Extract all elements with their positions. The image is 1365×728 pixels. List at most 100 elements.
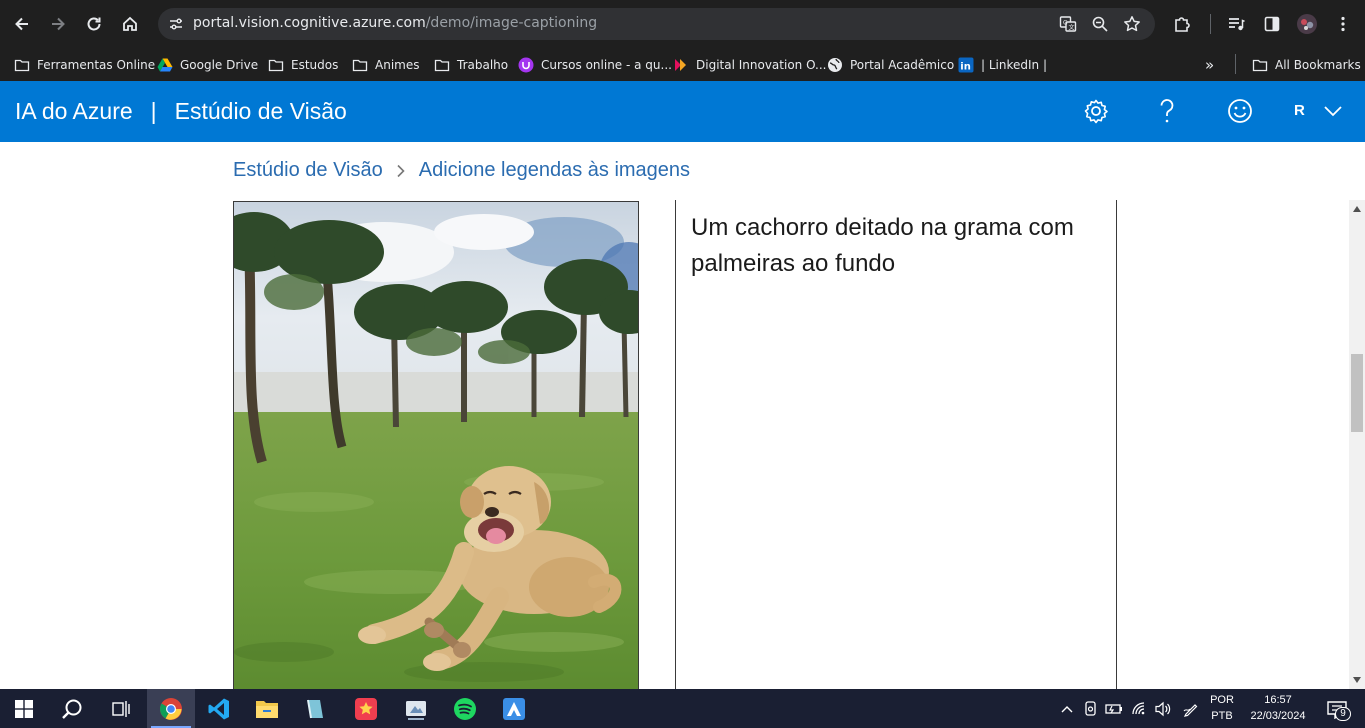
address-bar[interactable]: portal.vision.cognitive.azure.com/demo/i… bbox=[158, 8, 1155, 40]
all-bookmarks-button[interactable]: All Bookmarks bbox=[1252, 53, 1361, 77]
bookmark-portal-academico[interactable]: Portal Acadêmico bbox=[827, 53, 954, 77]
windows-taskbar: POR PTB 16:57 22/03/2024 9 bbox=[0, 689, 1365, 728]
settings-button[interactable] bbox=[1080, 95, 1112, 127]
scroll-down-arrow-icon[interactable] bbox=[1349, 673, 1365, 687]
dog-photo bbox=[234, 202, 638, 702]
azure-app-icon bbox=[503, 697, 525, 720]
bookmark-label: Estudos bbox=[291, 58, 339, 72]
taskbar-vscode[interactable] bbox=[195, 689, 243, 728]
reload-button[interactable] bbox=[80, 10, 108, 38]
breadcrumb-root-link[interactable]: Estúdio de Visão bbox=[233, 159, 383, 182]
extensions-icon[interactable] bbox=[1168, 10, 1196, 38]
taskbar-search-button[interactable] bbox=[48, 689, 96, 728]
toolbar-divider bbox=[1210, 14, 1211, 34]
svg-text:文: 文 bbox=[1069, 24, 1075, 32]
generated-caption: Um cachorro deitado na grama com palmeir… bbox=[691, 214, 1074, 277]
help-button[interactable] bbox=[1151, 95, 1183, 127]
taskbar-snipping-tool[interactable] bbox=[392, 689, 440, 728]
notification-center-button[interactable]: 9 bbox=[1325, 699, 1351, 721]
bookmark-label: Portal Acadêmico bbox=[850, 58, 955, 72]
breadcrumb: Estúdio de Visão Adicione legendas às im… bbox=[233, 159, 690, 182]
page-scrollbar[interactable] bbox=[1349, 200, 1365, 689]
bookmark-ferramentas-online[interactable]: Ferramentas Online bbox=[14, 53, 155, 77]
windows-logo-icon bbox=[15, 699, 33, 718]
show-hidden-icons-chevron-icon[interactable] bbox=[1058, 700, 1076, 718]
task-view-icon bbox=[112, 700, 130, 717]
side-panel-icon[interactable] bbox=[1258, 10, 1286, 38]
site-info-icon[interactable] bbox=[164, 12, 188, 36]
product-name[interactable]: Estúdio de Visão bbox=[175, 98, 347, 124]
bookmarks-divider bbox=[1235, 54, 1236, 74]
scroll-up-arrow-icon[interactable] bbox=[1349, 202, 1365, 216]
bookmark-digital-innovation[interactable]: Digital Innovation O... bbox=[673, 53, 826, 77]
url-host: portal.vision.cognitive.azure.com bbox=[193, 15, 426, 31]
reload-icon bbox=[87, 17, 101, 31]
user-initial[interactable]: R bbox=[1294, 102, 1305, 119]
taskbar-chrome[interactable] bbox=[147, 689, 195, 728]
clock[interactable]: 16:57 22/03/2024 bbox=[1244, 692, 1312, 724]
profile-avatar-icon[interactable] bbox=[1293, 10, 1321, 38]
gear-icon bbox=[1084, 99, 1108, 124]
svg-text:G: G bbox=[1063, 20, 1068, 27]
taskbar-azure-app[interactable] bbox=[490, 689, 538, 728]
url-text[interactable]: portal.vision.cognitive.azure.com/demo/i… bbox=[193, 15, 597, 31]
clock-date: 22/03/2024 bbox=[1250, 710, 1306, 722]
bookmarks-overflow-button[interactable]: » bbox=[1205, 53, 1214, 77]
media-control-icon[interactable] bbox=[1222, 10, 1250, 38]
folder-icon bbox=[268, 57, 284, 73]
pen-workspace-icon[interactable] bbox=[1182, 700, 1200, 718]
wifi-icon[interactable] bbox=[1131, 700, 1149, 718]
chrome-icon bbox=[160, 697, 182, 720]
input-language-indicator[interactable]: POR PTB bbox=[1206, 692, 1238, 724]
feedback-button[interactable] bbox=[1224, 95, 1256, 127]
task-view-button[interactable] bbox=[96, 689, 144, 728]
zoom-icon[interactable] bbox=[1088, 12, 1112, 36]
bookmark-cursos-online[interactable]: Cursos online - a qu... bbox=[518, 53, 672, 77]
back-button[interactable] bbox=[8, 10, 36, 38]
linkedin-icon: in bbox=[958, 57, 974, 73]
bookmark-google-drive[interactable]: Google Drive bbox=[157, 53, 258, 77]
file-explorer-icon bbox=[256, 700, 278, 718]
overflow-chevron-icon: » bbox=[1205, 56, 1215, 74]
chevron-down-icon bbox=[1324, 106, 1342, 117]
taskbar-star-app[interactable] bbox=[342, 689, 390, 728]
arrow-left-icon bbox=[15, 17, 28, 31]
account-menu-button[interactable] bbox=[1317, 95, 1349, 127]
vscode-icon bbox=[208, 698, 229, 719]
translate-icon[interactable]: G文 bbox=[1056, 12, 1080, 36]
bookmark-animes[interactable]: Animes bbox=[352, 53, 419, 77]
language-code: POR bbox=[1210, 694, 1234, 706]
chrome-menu-icon[interactable] bbox=[1329, 10, 1357, 38]
home-button[interactable] bbox=[116, 10, 144, 38]
start-button[interactable] bbox=[0, 689, 48, 728]
caption-result-panel: Um cachorro deitado na grama com palmeir… bbox=[675, 200, 1117, 700]
bookmark-linkedin[interactable]: in | LinkedIn | bbox=[958, 53, 1047, 77]
taskbar-spotify[interactable] bbox=[441, 689, 489, 728]
taskbar-file-explorer[interactable] bbox=[243, 689, 291, 728]
home-icon bbox=[123, 16, 137, 31]
dio-icon bbox=[673, 57, 689, 73]
notes-icon bbox=[307, 699, 323, 718]
volume-icon[interactable] bbox=[1154, 700, 1172, 718]
analyzed-image[interactable] bbox=[233, 201, 639, 703]
brand-name[interactable]: IA do Azure bbox=[15, 98, 133, 124]
bookmark-label: Animes bbox=[375, 58, 420, 72]
svg-text:in: in bbox=[960, 62, 971, 73]
battery-icon[interactable] bbox=[1105, 700, 1123, 718]
forward-button[interactable] bbox=[44, 10, 72, 38]
meet-now-icon[interactable] bbox=[1082, 700, 1100, 718]
bookmark-trabalho[interactable]: Trabalho bbox=[434, 53, 508, 77]
bookmark-label: Digital Innovation O... bbox=[696, 58, 827, 72]
app-header: IA do Azure | Estúdio de Visão R bbox=[0, 81, 1365, 142]
bookmark-label: | LinkedIn | bbox=[981, 58, 1048, 72]
bookmark-label: Google Drive bbox=[180, 58, 259, 72]
taskbar-notes-app[interactable] bbox=[291, 689, 339, 728]
bookmark-estudos[interactable]: Estudos bbox=[268, 53, 338, 77]
browser-toolbar: portal.vision.cognitive.azure.com/demo/i… bbox=[0, 0, 1365, 48]
scrollbar-thumb[interactable] bbox=[1351, 354, 1363, 432]
udemy-icon bbox=[518, 57, 534, 73]
clock-time: 16:57 bbox=[1264, 694, 1292, 706]
breadcrumb-current[interactable]: Adicione legendas às imagens bbox=[419, 159, 690, 182]
bookmark-label: Ferramentas Online bbox=[37, 58, 156, 72]
bookmark-star-icon[interactable] bbox=[1120, 12, 1144, 36]
